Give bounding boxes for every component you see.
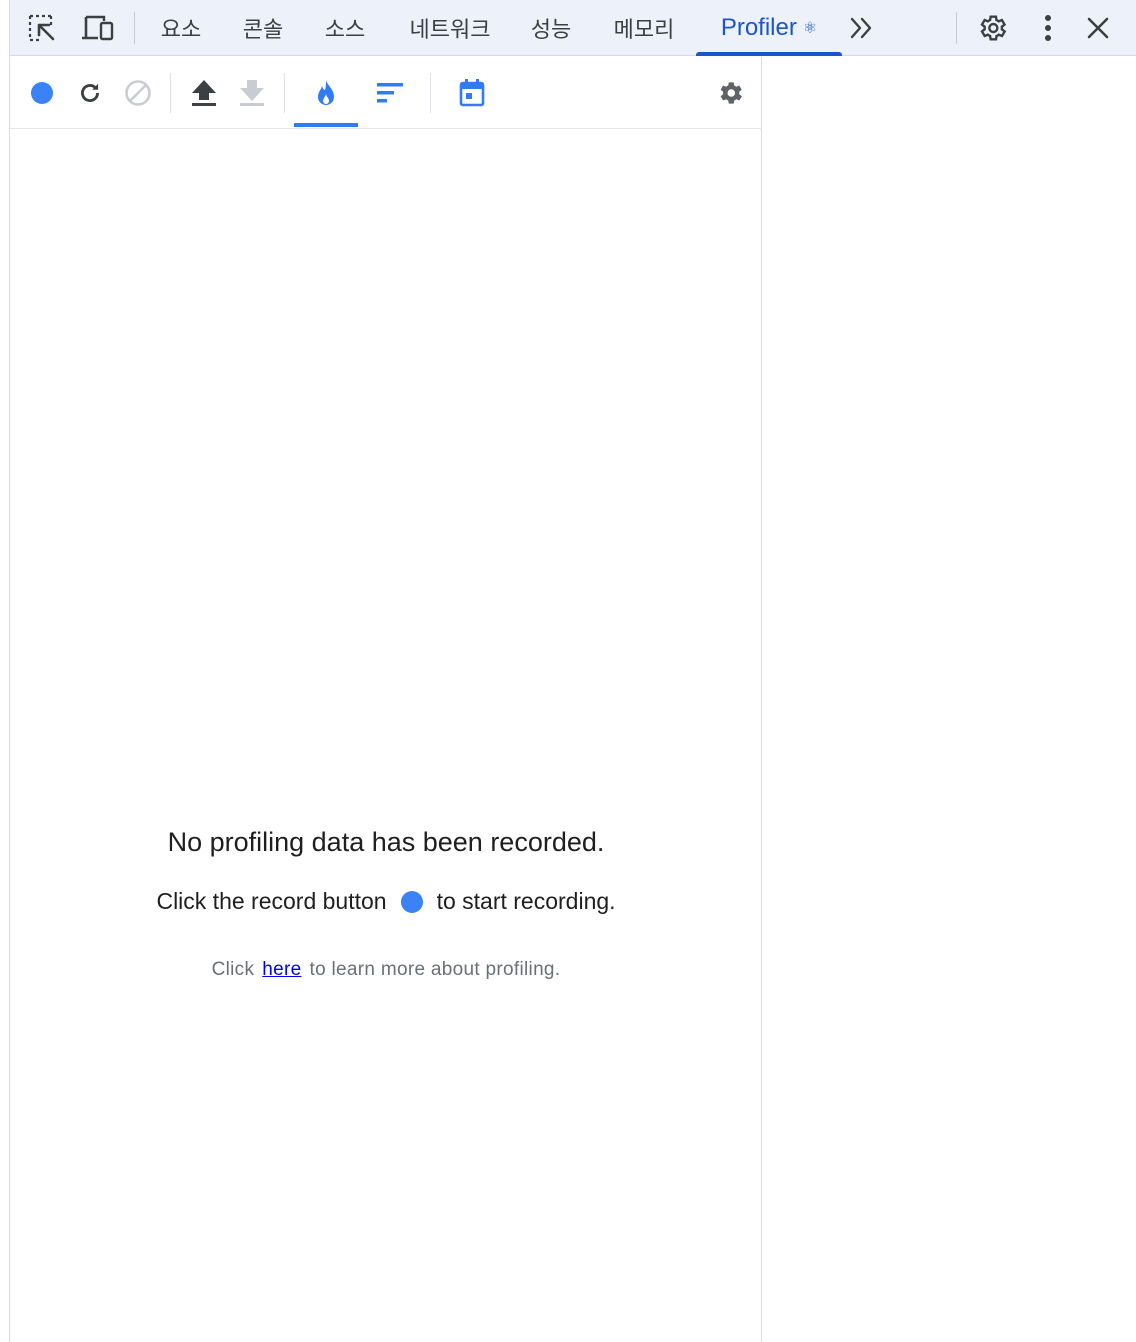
more-tabs-icon[interactable] [844, 10, 880, 46]
tab-network[interactable]: 네트워크 [400, 0, 500, 56]
empty-state-instruction: Click the record button to start recordi… [156, 888, 616, 914]
active-tab-indicator [696, 52, 842, 56]
toolbar-divider [430, 73, 431, 113]
ranked-chart-icon[interactable] [370, 73, 410, 113]
devtools-tab-bar: 요소 콘솔 소스 네트워크 성능 메모리 Profiler ⚛ [10, 0, 1136, 56]
settings-gear-icon[interactable] [974, 10, 1010, 46]
profiler-settings-icon[interactable] [710, 73, 750, 113]
learn-more-link[interactable]: here [262, 959, 301, 980]
tab-elements[interactable]: 요소 [154, 0, 208, 56]
tab-memory[interactable]: 메모리 [606, 0, 682, 56]
reload-and-profile-icon[interactable] [70, 73, 110, 113]
tab-profiler[interactable]: Profiler ⚛ [696, 0, 842, 56]
toolbar-divider [170, 73, 171, 113]
inspect-element-icon[interactable] [24, 10, 60, 46]
device-toolbar-icon[interactable] [80, 10, 116, 46]
inline-record-button-icon[interactable] [400, 890, 423, 913]
download-icon[interactable] [232, 73, 272, 113]
clear-icon[interactable] [118, 73, 158, 113]
kebab-menu-icon[interactable] [1030, 10, 1066, 46]
window-left-edge [0, 0, 10, 1342]
toolbar-divider [284, 73, 285, 113]
upload-icon[interactable] [184, 73, 224, 113]
active-view-indicator [294, 123, 358, 127]
profiler-panel: No profiling data has been recorded. Cli… [10, 57, 762, 1342]
tab-performance[interactable]: 성능 [524, 0, 578, 56]
empty-state-help: Click here to learn more about profiling. [211, 959, 561, 980]
flamegraph-icon[interactable] [306, 73, 346, 113]
close-icon[interactable] [1080, 10, 1116, 46]
record-icon[interactable] [22, 73, 62, 113]
right-side-pane [763, 57, 1136, 1342]
toolbar-divider [134, 12, 135, 44]
empty-state-title: No profiling data has been recorded. [167, 827, 605, 857]
tab-console[interactable]: 콘솔 [236, 0, 290, 56]
empty-state: No profiling data has been recorded. Cli… [10, 827, 762, 981]
profiler-toolbar [10, 57, 762, 129]
tab-sources[interactable]: 소스 [318, 0, 372, 56]
toolbar-divider [956, 12, 957, 44]
react-atom-icon: ⚛ [802, 20, 818, 37]
timeline-calendar-icon[interactable] [452, 73, 492, 113]
